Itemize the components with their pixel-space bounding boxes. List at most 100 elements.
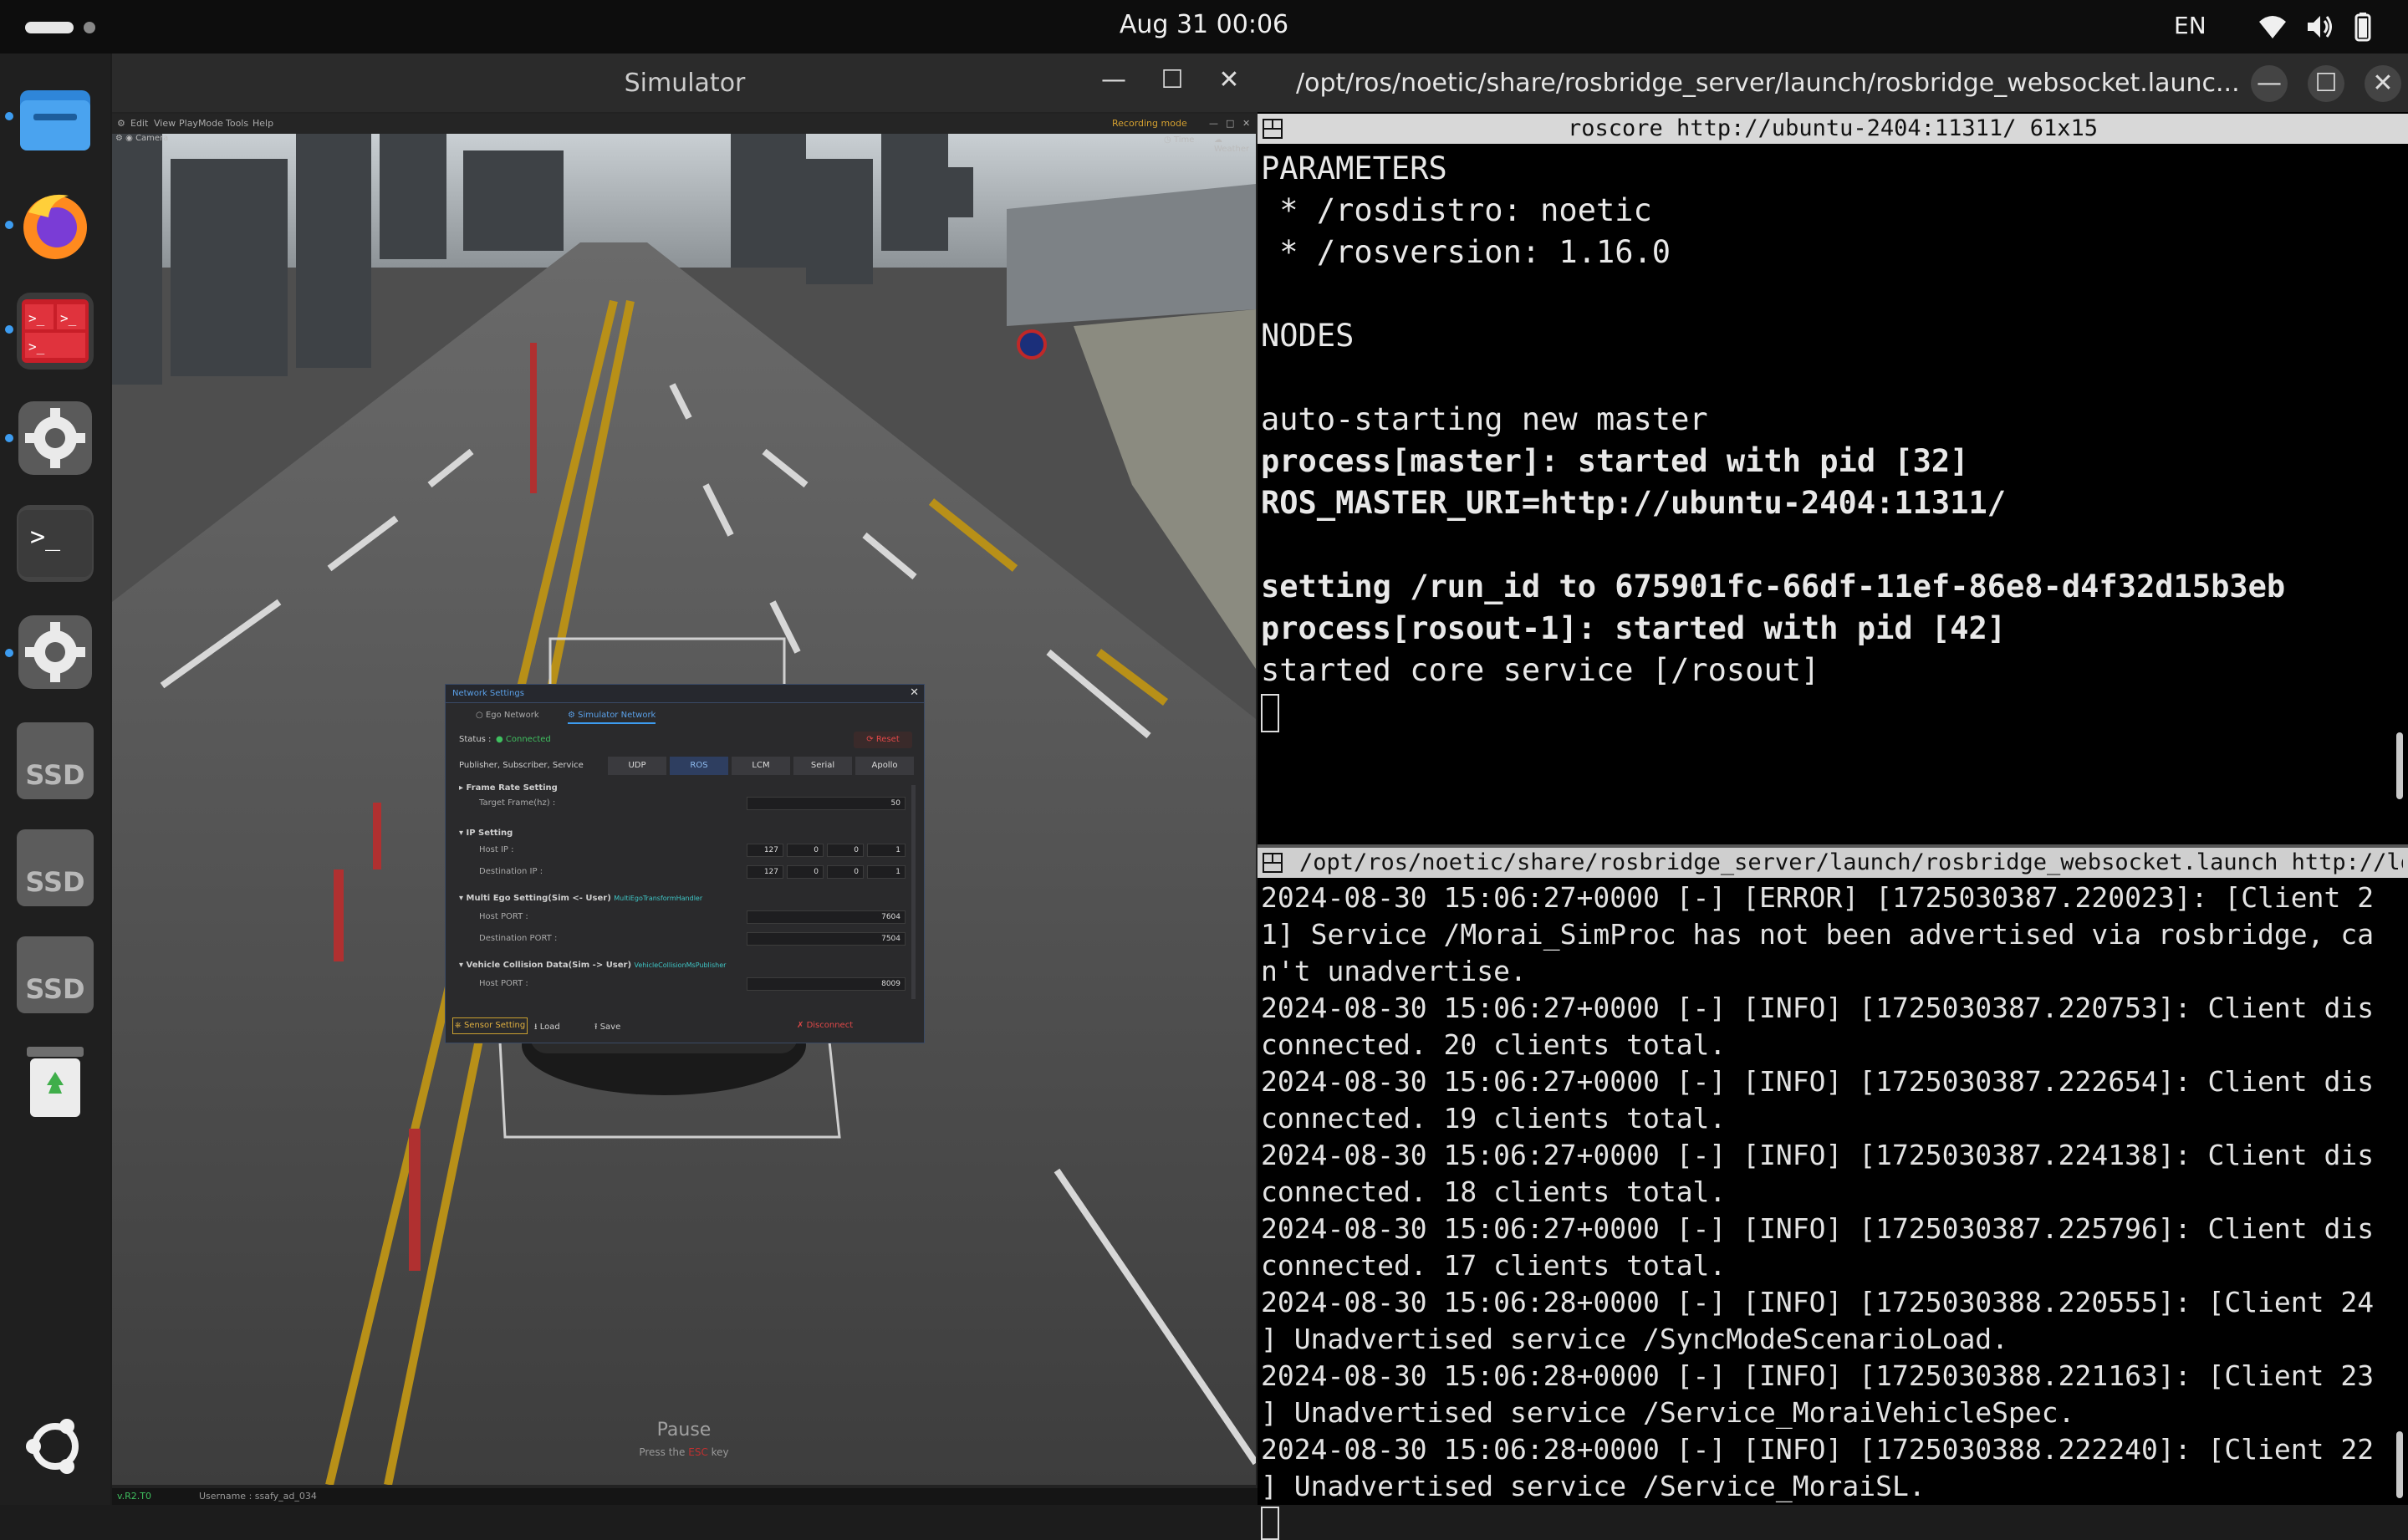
pause-hint: Press the ESC key (639, 1446, 729, 1458)
close-button[interactable]: ✕ (1212, 65, 1246, 94)
pane1-scrollbar[interactable] (2396, 732, 2403, 799)
minimize-button[interactable]: — (2251, 65, 2288, 102)
dock-show-apps[interactable] (17, 1408, 94, 1485)
dock-ssd-1[interactable]: SSD (17, 722, 94, 799)
host-port-label: Host PORT : (479, 912, 528, 921)
dock-terminal[interactable]: >_ (17, 505, 94, 582)
section-multi-ego[interactable]: ▾ Multi Ego Setting(Sim <- User) MultiEg… (459, 894, 702, 903)
section-frame-rate[interactable]: ▸ Frame Rate Setting (459, 783, 558, 793)
section-vehicle-collision[interactable]: ▾ Vehicle Collision Data(Sim -> User) Ve… (459, 961, 726, 970)
minimize-button[interactable]: — (1097, 65, 1130, 94)
dock-terminator[interactable]: >_ >_ >_ (17, 293, 94, 370)
battery-icon[interactable] (2348, 12, 2378, 42)
volume-icon[interactable] (2304, 12, 2334, 42)
dock-ssd-2[interactable]: SSD (17, 829, 94, 906)
inner-close-button[interactable]: ✕ (1242, 118, 1250, 129)
save-button[interactable]: ⭱ Save (594, 1021, 620, 1035)
menu-edit[interactable]: Edit (130, 118, 148, 129)
dest-ip-octet-2[interactable]: 0 (787, 865, 824, 879)
settings-scroll-area[interactable]: ▸ Frame Rate Setting Target Frame(hz) : … (454, 783, 909, 999)
window-title: /opt/ros/noetic/share/rosbridge_server/l… (1296, 69, 2240, 98)
simulator-window: Simulator — ☐ ✕ ⚙ Edit View PlayMode Too… (112, 54, 1258, 1505)
menu-view[interactable]: View (154, 118, 176, 129)
inner-minimize-button[interactable]: — (1209, 118, 1218, 129)
workspace-indicator[interactable] (84, 22, 95, 33)
terminal-titlebar[interactable]: /opt/ros/noetic/share/rosbridge_server/l… (1258, 54, 2408, 112)
tab-ego-network[interactable]: ○ Ego Network (476, 711, 539, 720)
roscore-pane[interactable]: PARAMETERS * /rosdistro: noetic * /rosve… (1258, 144, 2408, 864)
activities-button[interactable] (25, 22, 74, 33)
weather-panel-label[interactable]: ☁ Weather (1214, 135, 1256, 154)
protocol-ros[interactable]: ROS (670, 757, 728, 775)
dialog-scrollbar[interactable] (911, 785, 916, 999)
simulator-titlebar[interactable]: Simulator — ☐ ✕ (112, 54, 1258, 112)
host-ip-octet-4[interactable]: 1 (867, 844, 906, 857)
host-ip-label: Host IP : (479, 845, 514, 854)
dest-ip-octet-4[interactable]: 1 (867, 865, 906, 879)
terminal-line: process[rosout-1]: started with pid [42] (1261, 610, 2007, 646)
section-ip-setting[interactable]: ▾ IP Setting (459, 829, 513, 838)
terminal-window: /opt/ros/noetic/share/rosbridge_server/l… (1258, 54, 2408, 1540)
dest-ip-octet-1[interactable]: 127 (747, 865, 783, 879)
protocol-lcm[interactable]: LCM (732, 757, 790, 775)
camera-panel-label[interactable]: ⚙ ◉ Camera (115, 134, 168, 143)
menu-help[interactable]: Help (253, 118, 273, 129)
pane-titlebar-roscore[interactable]: roscore http://ubuntu-2404:11311/ 61x15 (1258, 114, 2408, 144)
protocol-udp[interactable]: UDP (608, 757, 666, 775)
target-frame-input[interactable]: 50 (747, 797, 906, 810)
host-ip-octet-1[interactable]: 127 (747, 844, 783, 857)
log-line: 2024-08-30 15:06:28+0000 [-] [INFO] [172… (1261, 1286, 2375, 1318)
dock-firefox[interactable] (17, 187, 94, 264)
dock-settings-2[interactable] (17, 614, 94, 691)
protocol-serial[interactable]: Serial (793, 757, 852, 775)
language-indicator[interactable]: EN (2174, 12, 2206, 39)
svg-text:>_: >_ (28, 310, 45, 326)
terminal-line: * /rosdistro: noetic (1261, 192, 1652, 228)
collision-host-port-input[interactable]: 8009 (747, 977, 906, 991)
username-label: Username : ssafy_ad_034 (199, 1491, 317, 1502)
reset-button[interactable]: ⟳ Reset (854, 732, 912, 748)
inner-maximize-button[interactable]: □ (1226, 118, 1234, 129)
dest-port-label: Destination PORT : (479, 934, 558, 943)
dock-trash[interactable] (17, 1043, 94, 1120)
dialog-close-button[interactable]: ✕ (910, 686, 919, 699)
host-ip-octet-2[interactable]: 0 (787, 844, 824, 857)
dialog-title: Network Settings (452, 689, 524, 698)
menu-tools[interactable]: Tools (226, 118, 248, 129)
status-label: Status : (459, 735, 492, 744)
maximize-button[interactable]: ☐ (2308, 65, 2344, 102)
dock-settings-1[interactable] (17, 400, 94, 477)
tab-simulator-network[interactable]: ⚙ Simulator Network (568, 711, 656, 724)
dock-files[interactable] (17, 80, 94, 157)
close-button[interactable]: ✕ (2365, 65, 2401, 102)
pane-titlebar-rosbridge[interactable]: /opt/ros/noetic/share/rosbridge_server/l… (1258, 848, 2408, 878)
load-button[interactable]: ⭳ Load (534, 1021, 560, 1035)
terminal-line: process[master]: started with pid [32] (1261, 443, 1969, 479)
simulator-statusbar: v.R2.T0 Username : ssafy_ad_034 (112, 1488, 1258, 1505)
wifi-icon[interactable] (2258, 12, 2288, 42)
menu-playmode[interactable]: PlayMode (179, 118, 223, 129)
terminal-line: ROS_MASTER_URI=http://ubuntu-2404:11311/ (1261, 485, 2007, 521)
log-line: 2024-08-30 15:06:28+0000 [-] [INFO] [172… (1261, 1433, 2375, 1466)
simulation-viewport[interactable]: ⚙ ◉ Camera ◷ Time ☁ Weather Pause Press … (112, 134, 1256, 1485)
terminal-cursor (1261, 694, 1279, 732)
sensor-setting-button[interactable]: ⎈ Sensor Setting (452, 1017, 528, 1034)
time-panel-label[interactable]: ◷ Time (1164, 135, 1194, 145)
dest-ip-octet-3[interactable]: 0 (827, 865, 864, 879)
clock[interactable]: Aug 31 00:06 (1087, 10, 1321, 39)
host-port-input[interactable]: 7604 (747, 910, 906, 924)
pane2-scrollbar[interactable] (2396, 1431, 2403, 1498)
terminal-pane-icon[interactable] (1263, 853, 1283, 873)
maximize-button[interactable]: ☐ (1156, 65, 1189, 94)
host-ip-octet-3[interactable]: 0 (827, 844, 864, 857)
protocol-apollo[interactable]: Apollo (855, 757, 914, 775)
running-indicator (5, 221, 13, 229)
log-line: connected. 17 clients total. (1261, 1249, 1727, 1282)
dock-ssd-3[interactable]: SSD (17, 936, 94, 1013)
terminal-cursor (1261, 1507, 1279, 1540)
rosbridge-pane[interactable]: 2024-08-30 15:06:27+0000 [-] [ERROR] [17… (1258, 878, 2408, 1540)
disconnect-button[interactable]: ✗ Disconnect (797, 1021, 853, 1030)
pane-title: roscore http://ubuntu-2404:11311/ 61x15 (1568, 115, 2098, 141)
collision-host-port-label: Host PORT : (479, 979, 528, 988)
dest-port-input[interactable]: 7504 (747, 932, 906, 946)
